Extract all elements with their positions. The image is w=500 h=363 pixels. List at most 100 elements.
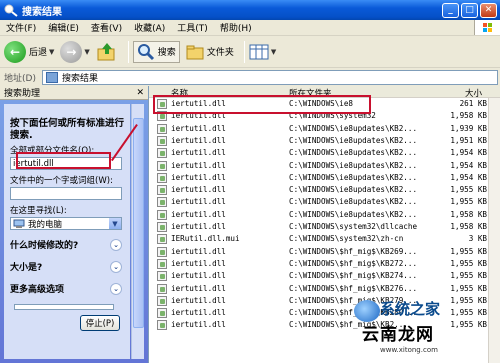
file-row[interactable]: iertutil.dll C:\WINDOWS\ie8updates\KB2...… [149,123,500,135]
chevron-down-icon[interactable]: ▼ [109,218,121,229]
file-row[interactable]: iertutil.dll C:\WINDOWS\$hf_mig$\KB280...… [149,307,500,319]
chevron-down-icon[interactable]: ▼ [49,48,54,56]
maximize-button[interactable]: □ [461,2,478,18]
file-size: 1,954 KB [450,148,487,158]
dll-file-icon [157,135,167,146]
close-icon[interactable]: ✕ [136,88,144,98]
file-row[interactable]: iertutil.dll C:\WINDOWS\ie8updates\KB2...… [149,172,500,184]
option-size-label: 大小是? [10,263,43,273]
file-row[interactable]: iertutil.dll C:\WINDOWS\system32\dllcache… [149,221,500,233]
left-pane-scrollbar[interactable] [131,104,144,359]
menu-edit[interactable]: 编辑(E) [42,21,85,34]
search-heading: 按下面任何或所有标准进行搜索. [10,118,125,141]
title-bar: 搜索结果 _ □ ✕ [0,0,500,20]
look-in-select[interactable]: 我的电脑 ▼ [10,217,122,230]
file-name: iertutil.dll [171,222,226,231]
file-row[interactable]: IERutil.dll.mui C:\WINDOWS\system32\zh-cn… [149,233,500,245]
option-date-modified[interactable]: 什么时候修改的? ⌄ [10,238,122,251]
dll-file-icon [157,271,167,282]
results-scrollbar[interactable] [488,98,500,363]
file-name: iertutil.dll [171,135,226,145]
double-chevron-down-icon[interactable]: ⌄ [110,282,122,295]
dll-file-icon [157,258,167,269]
file-size: 1,958 KB [450,111,487,121]
toolbar-separator [127,40,129,63]
file-name: iertutil.dll [171,160,226,170]
address-input[interactable]: 搜索结果 [41,69,498,85]
option-size[interactable]: 大小是? ⌄ [10,260,122,273]
file-row[interactable]: iertutil.dll C:\WINDOWS\ie8updates\KB2...… [149,147,500,159]
close-button[interactable]: ✕ [480,2,497,18]
file-row[interactable]: iertutil.dll C:\WINDOWS\ie8updates\KB2...… [149,160,500,172]
stop-button[interactable]: 停止(P) [80,315,120,331]
option-advanced[interactable]: 更多高级选项 ⌄ [10,282,122,295]
file-folder: C:\WINDOWS\ie8updates\KB2... [289,197,418,207]
file-folder: C:\WINDOWS\ie8updates\KB2... [289,209,418,219]
file-row[interactable]: iertutil.dll C:\WINDOWS\$hf_mig$\KB272...… [149,258,500,270]
scrollbar-thumb[interactable] [133,118,144,328]
file-row[interactable]: iertutil.dll C:\WINDOWS\$hf_mig$\KB276...… [149,283,500,295]
file-row[interactable]: iertutil.dll C:\WINDOWS\ie8updates\KB2...… [149,196,500,208]
file-size: 1,954 KB [450,160,487,170]
file-name: iertutil.dll [171,197,226,207]
menu-view[interactable]: 查看(V) [85,21,128,34]
file-folder: C:\WINDOWS\ie8updates\KB2... [289,148,418,158]
double-chevron-down-icon[interactable]: ⌄ [110,238,122,251]
menu-file[interactable]: 文件(F) [0,21,42,34]
word-phrase-label: 文件中的一个字或词组(W): [10,176,113,186]
file-row[interactable]: iertutil.dll C:\WINDOWS\$hf_mig$\KB2... 1,… [149,319,500,331]
file-row[interactable]: iertutil.dll C:\WINDOWS\$hf_mig$\KB274...… [149,270,500,282]
dll-file-icon [157,283,167,294]
menu-help[interactable]: 帮助(H) [214,21,258,34]
file-name: iertutil.dll [171,123,226,133]
file-name: iertutil.dll [171,148,226,158]
views-button[interactable]: ▼ [249,44,276,60]
dll-file-icon [157,209,167,220]
dll-file-icon [157,197,167,208]
minimize-button[interactable]: _ [442,2,459,18]
file-row[interactable]: iertutil.dll C:\WINDOWS\ie8updates\KB2...… [149,209,500,221]
word-phrase-input[interactable] [10,187,122,200]
file-name: iertutil.dll [171,185,226,195]
search-window-icon [4,4,18,17]
file-size: 1,955 KB [450,320,487,330]
file-row[interactable]: iertutil.dll C:\WINDOWS\ie8updates\KB2...… [149,135,500,147]
folders-button[interactable]: 文件夹 [186,44,234,60]
file-row[interactable]: iertutil.dll C:\WINDOWS\ie8updates\KB2...… [149,184,500,196]
double-chevron-down-icon[interactable]: ⌄ [110,260,122,273]
forward-button[interactable]: → ▼ [60,40,90,63]
search-label: 搜索 [157,48,176,58]
file-name: IERutil.dll.mui [171,234,240,244]
file-name: iertutil.dll [171,295,226,305]
toolbar-separator [243,40,245,63]
file-size: 1,955 KB [450,185,487,195]
file-folder: C:\WINDOWS\$hf_mig$\KB276... [289,283,418,293]
forward-arrow-icon: → [60,40,83,63]
search-button[interactable]: 搜索 [132,40,180,63]
file-size: 3 KB [468,234,487,244]
file-size: 1,955 KB [450,271,487,281]
address-bar: 地址(D) 搜索结果 [0,68,500,86]
file-size: 1,955 KB [450,246,487,256]
dll-file-icon [157,185,167,196]
chevron-down-icon[interactable]: ▼ [271,48,276,56]
dll-file-icon [157,123,167,134]
file-size: 261 KB [459,99,487,108]
dll-file-icon [157,320,167,331]
file-name: iertutil.dll [171,320,226,330]
file-folder: C:\WINDOWS\ie8updates\KB2... [289,135,418,145]
menu-tools[interactable]: 工具(T) [171,21,214,34]
option-date-label: 什么时候修改的? [10,241,79,251]
file-row[interactable]: iertutil.dll C:\WINDOWS\$hf_mig$\KB269...… [149,246,500,258]
up-folder-button[interactable] [96,41,118,63]
menu-favorites[interactable]: 收藏(A) [128,21,171,34]
file-size: 1,951 KB [450,135,487,145]
address-value: 搜索结果 [61,73,98,84]
folders-label: 文件夹 [206,48,234,58]
file-row[interactable]: iertutil.dll C:\WINDOWS\$hf_mig$\KB279...… [149,295,500,307]
chevron-down-icon[interactable]: ▼ [84,48,89,56]
look-in-value: 我的电脑 [28,219,63,230]
file-folder: C:\WINDOWS\$hf_mig$\KB274... [289,271,418,281]
file-size: 1,958 KB [450,209,487,219]
back-button[interactable]: ← 后退 ▼ [4,40,54,63]
